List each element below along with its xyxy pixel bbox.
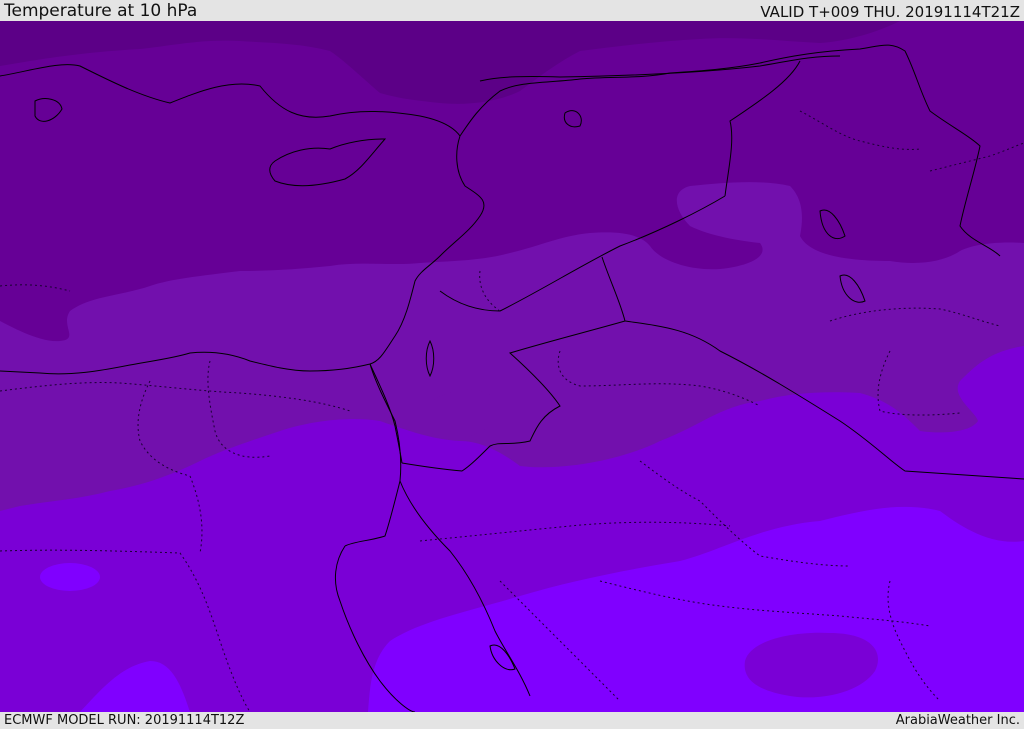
temperature-map[interactable] — [0, 21, 1024, 712]
map-title: Temperature at 10 hPa — [4, 1, 198, 21]
footer-bar: ECMWF MODEL RUN: 20191114T12Z ArabiaWeat… — [0, 712, 1024, 729]
map-canvas — [0, 21, 1024, 712]
map-frame: Temperature at 10 hPa VALID T+009 THU. 2… — [0, 0, 1024, 729]
valid-time: VALID T+009 THU. 20191114T21Z — [760, 3, 1020, 21]
header-bar: Temperature at 10 hPa VALID T+009 THU. 2… — [0, 0, 1024, 21]
model-run: ECMWF MODEL RUN: 20191114T12Z — [4, 713, 245, 728]
credit-label: ArabiaWeather Inc. — [895, 713, 1020, 728]
warm-pocket-west — [40, 563, 100, 591]
